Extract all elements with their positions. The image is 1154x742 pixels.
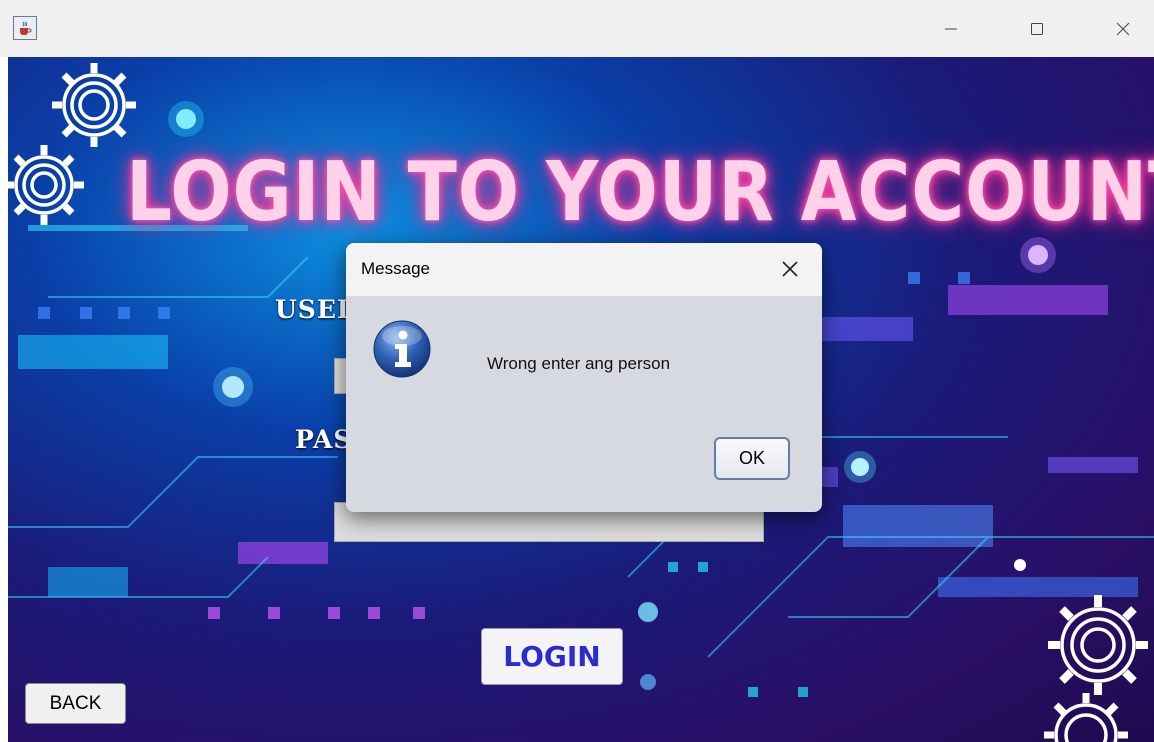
back-button[interactable]: BACK — [25, 683, 126, 724]
username-label: USEI — [275, 295, 350, 324]
login-button[interactable]: LOGIN — [481, 628, 623, 685]
dialog-titlebar: Message — [346, 243, 822, 296]
maximize-icon — [1031, 23, 1043, 35]
dialog-title: Message — [361, 259, 430, 278]
ok-button[interactable]: OK — [714, 437, 790, 480]
window-titlebar — [0, 0, 1154, 57]
close-icon — [782, 261, 798, 277]
java-cup-icon — [20, 21, 32, 35]
dialog-message: Wrong enter ang person — [487, 354, 671, 373]
password-label: PAS — [295, 425, 353, 454]
minimize-button[interactable] — [928, 12, 974, 46]
page-title: LOGIN TO YOUR ACCOUNT — [126, 145, 1154, 240]
minimize-icon — [945, 28, 957, 30]
window-close-button[interactable] — [1100, 12, 1146, 46]
java-app-icon[interactable] — [13, 16, 37, 40]
maximize-button[interactable] — [1014, 12, 1060, 46]
info-icon — [373, 320, 431, 378]
close-icon — [1116, 22, 1130, 36]
dialog-close-button[interactable] — [770, 251, 810, 287]
message-dialog: Message Wrong enter ang person OK — [346, 243, 822, 512]
